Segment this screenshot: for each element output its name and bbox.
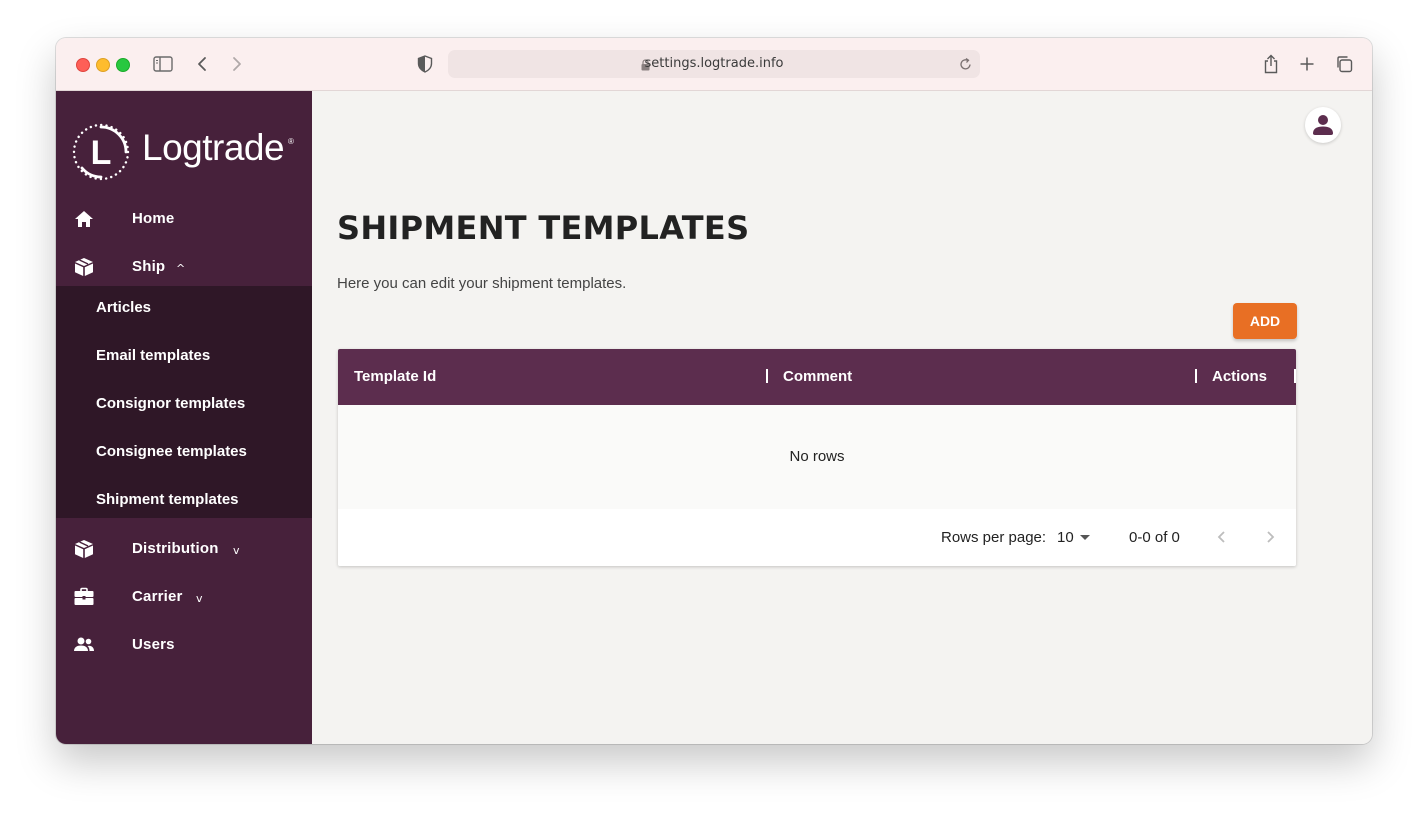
- user-icon: [1313, 115, 1333, 135]
- logo-mark-icon: L: [72, 123, 130, 181]
- url-text: settings.logtrade.info: [644, 56, 784, 71]
- sidebar-item-label: Carrier: [132, 588, 183, 605]
- briefcase-icon: [73, 587, 95, 607]
- minimize-window-button[interactable]: [96, 58, 110, 72]
- box-icon: [73, 539, 95, 559]
- submenu-item-articles[interactable]: Articles: [56, 286, 312, 334]
- share-icon[interactable]: [1259, 52, 1283, 76]
- page-description: Here you can edit your shipment template…: [337, 275, 627, 292]
- sidebar-item-label: Ship: [132, 258, 166, 275]
- column-resize-handle[interactable]: [766, 369, 768, 383]
- forward-icon[interactable]: [225, 52, 249, 76]
- rows-per-page-select[interactable]: 10: [1057, 529, 1074, 546]
- column-header-actions[interactable]: Actions: [1212, 368, 1267, 385]
- column-resize-handle[interactable]: [1195, 369, 1197, 383]
- logo-registered-mark: ®: [288, 137, 294, 146]
- sidebar-item-label: Distribution: [132, 540, 219, 557]
- sidebar-item-label: Users: [132, 636, 175, 653]
- page-title: SHIPMENT TEMPLATES: [337, 209, 750, 247]
- table-header: Template Id Comment Actions: [338, 349, 1296, 405]
- tab-overview-icon[interactable]: [1332, 52, 1356, 76]
- reload-icon[interactable]: [959, 57, 972, 76]
- chevron-up-icon: ^: [176, 262, 186, 275]
- close-window-button[interactable]: [76, 58, 90, 72]
- zoom-window-button[interactable]: [116, 58, 130, 72]
- rows-per-page-label: Rows per page:: [941, 529, 1047, 546]
- main-content: SHIPMENT TEMPLATES Here you can edit you…: [312, 91, 1372, 744]
- column-resize-handle[interactable]: [1294, 369, 1296, 383]
- submenu-item-label: Consignee templates: [96, 443, 247, 460]
- templates-table: Template Id Comment Actions No rows Rows…: [338, 349, 1296, 566]
- sidebar-toggle-icon[interactable]: [151, 52, 175, 76]
- pagination-range: 0-0 of 0: [1129, 529, 1180, 546]
- submenu-item-label: Shipment templates: [96, 491, 239, 508]
- sidebar-item-distribution[interactable]: Distribution v: [56, 525, 312, 573]
- users-icon: [73, 635, 95, 655]
- table-body: No rows: [338, 405, 1296, 509]
- home-icon: [73, 209, 95, 229]
- submenu-item-label: Email templates: [96, 347, 211, 364]
- caret-down-icon[interactable]: [1080, 535, 1090, 540]
- submenu-item-email-templates[interactable]: Email templates: [56, 334, 312, 382]
- chevron-down-icon: v: [196, 592, 203, 605]
- browser-toolbar: settings.logtrade.info: [56, 38, 1372, 91]
- add-button[interactable]: ADD: [1233, 303, 1297, 339]
- logtrade-logo[interactable]: L Logtrade ®: [72, 121, 302, 183]
- empty-state-text: No rows: [789, 448, 845, 465]
- table-pagination: Rows per page: 10 0-0 of 0: [338, 509, 1296, 566]
- chevron-left-icon: [1217, 531, 1225, 543]
- sidebar-item-users[interactable]: Users: [56, 621, 312, 669]
- submenu-item-label: Articles: [96, 299, 152, 316]
- sidebar-item-carrier[interactable]: Carrier v: [56, 573, 312, 621]
- logo-text: Logtrade: [142, 127, 285, 168]
- box-icon: [73, 257, 95, 277]
- sidebar: L Logtrade ® Home Ship ^ Articles Email …: [56, 91, 312, 744]
- column-header-comment[interactable]: Comment: [783, 368, 852, 385]
- submenu-item-consignee-templates[interactable]: Consignee templates: [56, 430, 312, 478]
- sidebar-item-label: Home: [132, 210, 175, 227]
- new-tab-icon[interactable]: [1295, 52, 1319, 76]
- chevron-down-icon: v: [233, 544, 240, 557]
- chevron-right-icon: [1267, 531, 1275, 543]
- logo-letter: L: [91, 134, 112, 172]
- column-header-template-id[interactable]: Template Id: [354, 368, 436, 385]
- next-page-button[interactable]: [1258, 525, 1282, 549]
- address-bar[interactable]: settings.logtrade.info: [448, 50, 980, 78]
- back-icon[interactable]: [190, 52, 214, 76]
- submenu-item-consignor-templates[interactable]: Consignor templates: [56, 382, 312, 430]
- ship-submenu: Articles Email templates Consignor templ…: [56, 286, 312, 518]
- sidebar-item-home[interactable]: Home: [56, 195, 312, 243]
- user-avatar-button[interactable]: [1305, 107, 1341, 143]
- previous-page-button[interactable]: [1210, 525, 1234, 549]
- submenu-item-shipment-templates[interactable]: Shipment templates: [56, 478, 312, 526]
- submenu-item-label: Consignor templates: [96, 395, 246, 412]
- privacy-shield-icon[interactable]: [413, 52, 437, 76]
- browser-window: settings.logtrade.info L Logtrade ® Home…: [56, 38, 1372, 744]
- sidebar-item-ship[interactable]: Ship ^: [56, 243, 312, 291]
